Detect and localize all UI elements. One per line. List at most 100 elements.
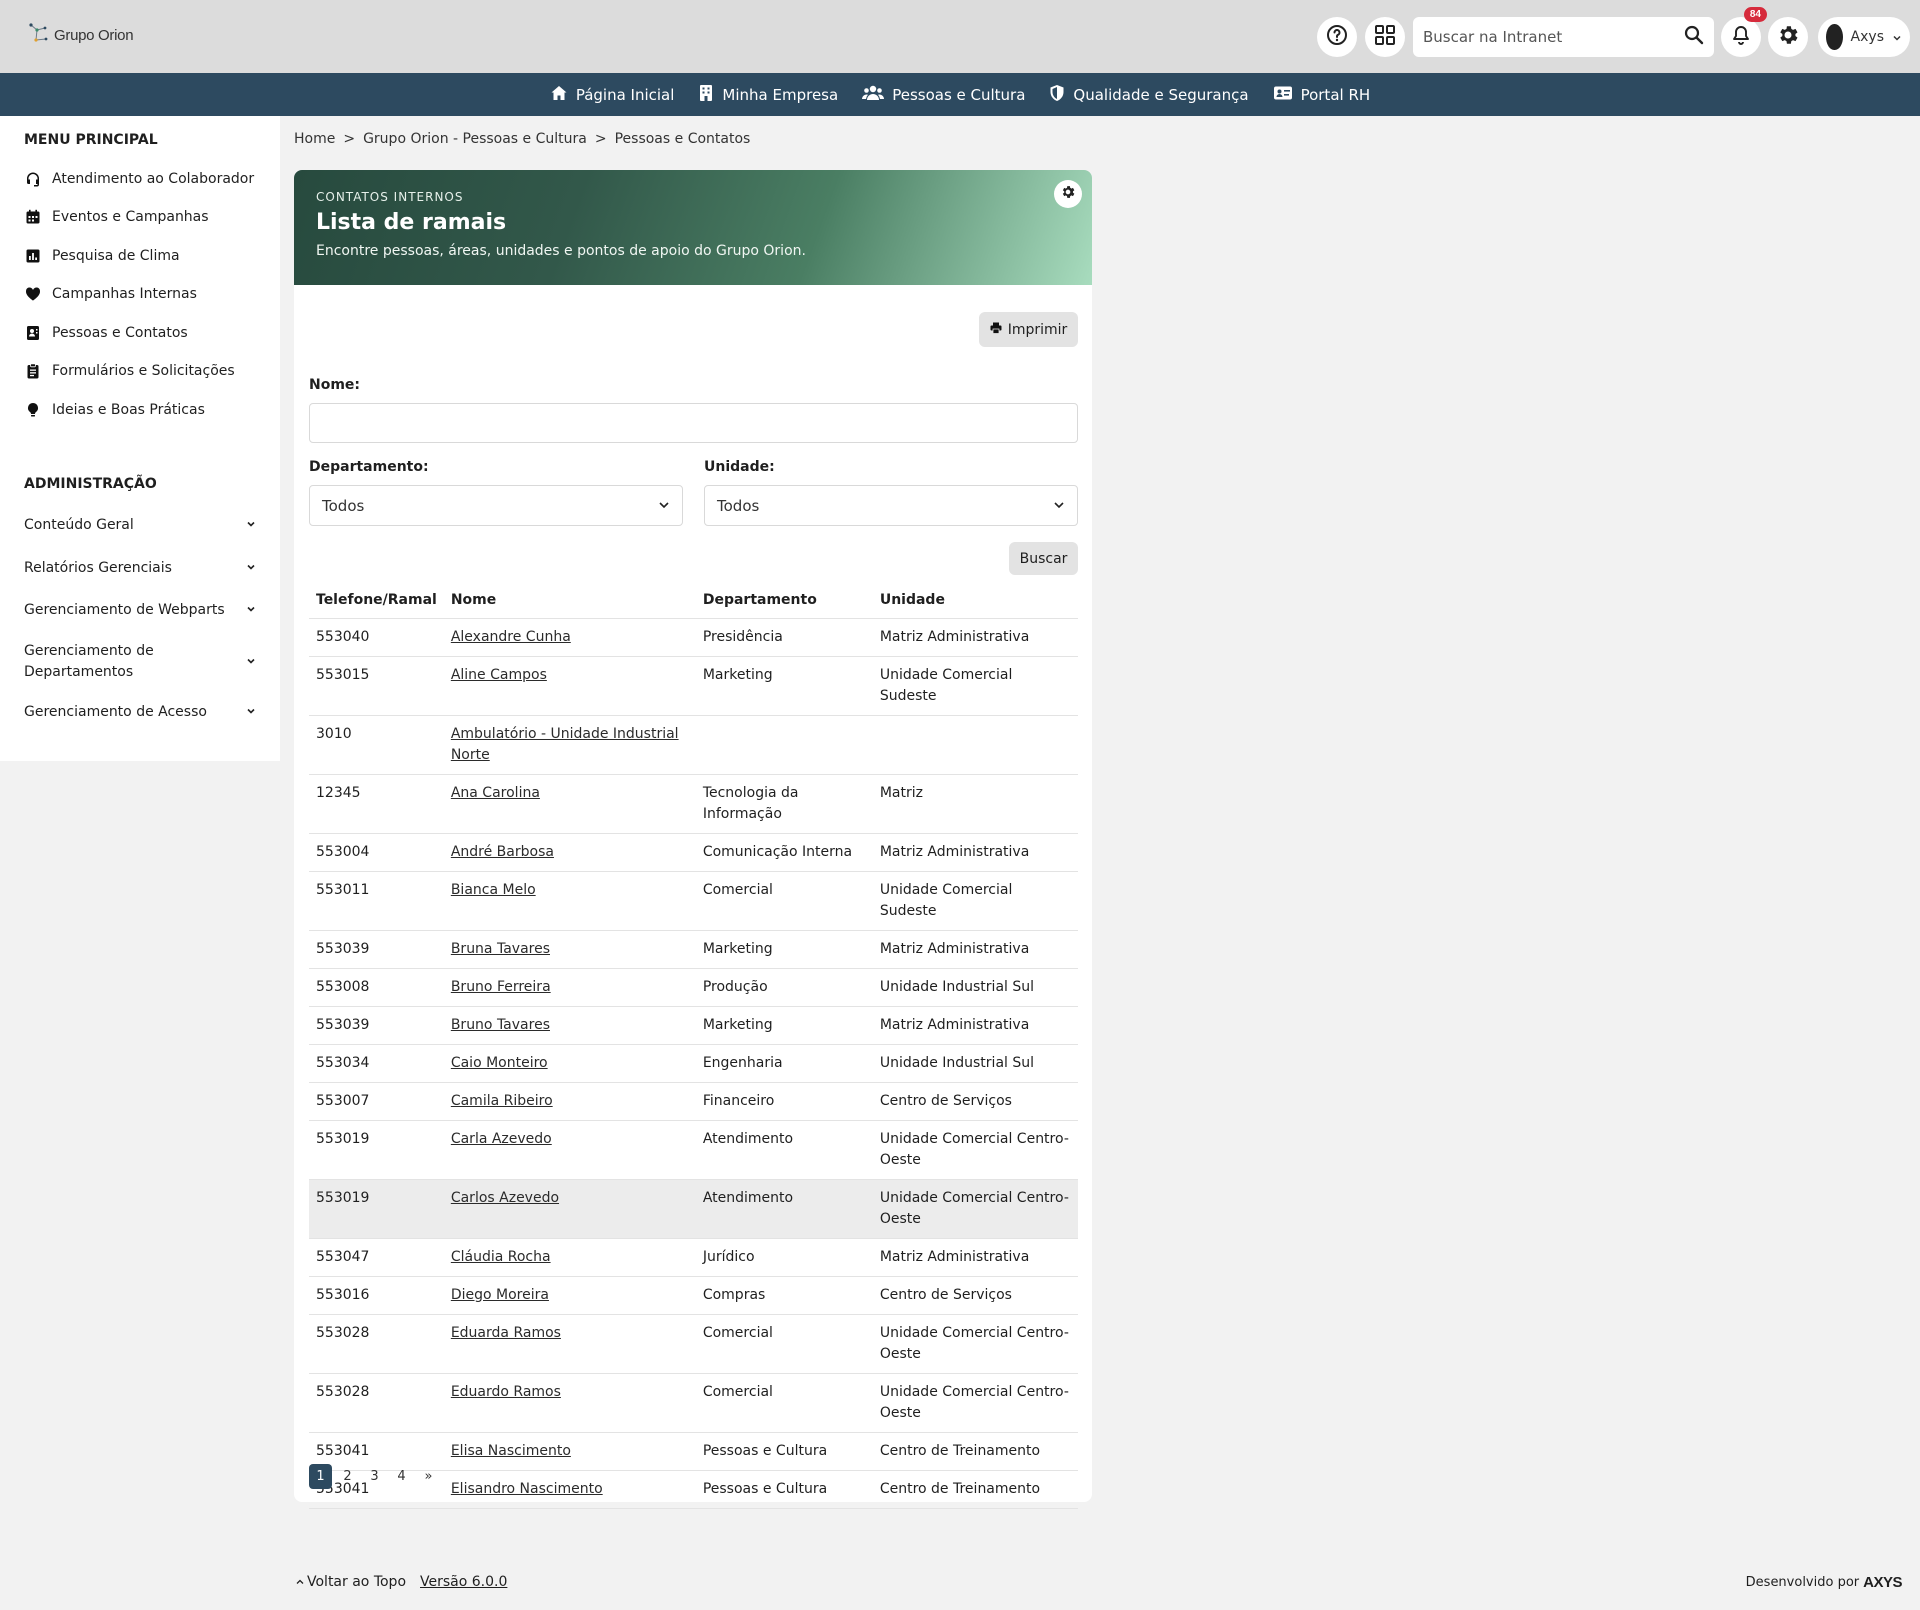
pagination: 1 2 3 4 » xyxy=(309,1464,440,1489)
sidebar-admin-label: Gerenciamento de Acesso xyxy=(24,704,207,720)
contact-name-link[interactable]: Elisa Nascimento xyxy=(451,1443,571,1459)
developed-by-text: Desenvolvido por xyxy=(1745,1575,1860,1590)
shield-icon xyxy=(1049,84,1065,106)
cell-name: Caio Monteiro xyxy=(443,1044,696,1083)
sidebar-admin-label: Gerenciamento de Departamentos xyxy=(24,643,154,680)
contact-name-link[interactable]: Alexandre Cunha xyxy=(451,629,571,645)
sidebar-item-label: Formulários e Solicitações xyxy=(52,363,235,379)
nav-item-people[interactable]: Pessoas e Cultura xyxy=(862,84,1025,106)
cell-name: Eduardo Ramos xyxy=(443,1373,696,1433)
nav-item-company[interactable]: Minha Empresa xyxy=(698,84,838,106)
sidebar-item-pessoas-contatos[interactable]: Pessoas e Contatos xyxy=(24,324,188,342)
cell-phone: 553039 xyxy=(309,930,444,969)
sidebar-admin-acesso[interactable]: Gerenciamento de Acesso xyxy=(24,702,256,723)
webpart-settings-button[interactable] xyxy=(1054,180,1082,208)
people-icon xyxy=(862,84,885,106)
sidebar-item-atendimento[interactable]: Atendimento ao Colaborador xyxy=(24,170,254,188)
contact-name-link[interactable]: Carlos Azevedo xyxy=(451,1190,559,1206)
cell-phone: 553016 xyxy=(309,1276,444,1315)
sidebar-admin-webparts[interactable]: Gerenciamento de Webparts xyxy=(24,600,256,621)
sidebar-item-pesquisa[interactable]: Pesquisa de Clima xyxy=(24,247,180,265)
sidebar-admin-relatorios[interactable]: Relatórios Gerenciais xyxy=(24,558,256,579)
breadcrumb-section[interactable]: Grupo Orion - Pessoas e Cultura xyxy=(363,131,587,147)
contact-name-link[interactable]: Eduarda Ramos xyxy=(451,1325,561,1341)
top-header: Grupo Orion 84 Axys xyxy=(0,0,1920,73)
contact-name-link[interactable]: Ambulatório - Unidade Industrial Norte xyxy=(451,726,679,763)
table-row: 553011 Bianca Melo Comercial Unidade Comerc… xyxy=(309,871,1078,931)
cell-name: Carla Azevedo xyxy=(443,1120,696,1180)
column-header-department: Departamento xyxy=(695,582,873,619)
contact-name-link[interactable]: Bruno Ferreira xyxy=(451,979,551,995)
contact-name-link[interactable]: Bruna Tavares xyxy=(451,941,550,957)
gear-icon xyxy=(1776,23,1800,51)
page-2[interactable]: 2 xyxy=(336,1464,359,1489)
search-button[interactable]: Buscar xyxy=(1009,542,1078,575)
sidebar-admin-label: Relatórios Gerenciais xyxy=(24,560,172,576)
contact-name-link[interactable]: Cláudia Rocha xyxy=(451,1249,551,1265)
contact-name-link[interactable]: Ana Carolina xyxy=(451,785,540,801)
unit-select[interactable]: Todos xyxy=(704,485,1078,526)
heart-icon xyxy=(24,285,42,303)
gear-icon xyxy=(1060,184,1076,204)
cell-phone: 553011 xyxy=(309,871,444,931)
chevron-down-icon xyxy=(1892,28,1902,47)
help-button[interactable] xyxy=(1317,17,1357,57)
page-4[interactable]: 4 xyxy=(390,1464,413,1489)
contact-name-link[interactable]: André Barbosa xyxy=(451,844,554,860)
table-row: 3010 Ambulatório - Unidade Industrial Nor… xyxy=(309,715,1078,775)
nav-item-home[interactable]: Página Inicial xyxy=(550,84,674,106)
contact-name-link[interactable]: Carla Azevedo xyxy=(451,1131,552,1147)
apps-button[interactable] xyxy=(1365,17,1405,57)
logo[interactable]: Grupo Orion xyxy=(28,22,134,48)
chevron-down-icon xyxy=(1053,497,1065,515)
print-button[interactable]: Imprimir xyxy=(979,312,1078,347)
cell-name: Eduarda Ramos xyxy=(443,1314,696,1374)
search-input[interactable] xyxy=(1423,28,1684,46)
nav-item-quality[interactable]: Qualidade e Segurança xyxy=(1049,84,1249,106)
settings-button[interactable] xyxy=(1768,17,1808,57)
sidebar-item-campanhas[interactable]: Campanhas Internas xyxy=(24,285,197,303)
page-1[interactable]: 1 xyxy=(309,1464,332,1489)
name-input[interactable] xyxy=(309,403,1078,443)
hero-subtitle: Encontre pessoas, áreas, unidades e pont… xyxy=(316,243,806,259)
cell-department: Comercial xyxy=(695,1373,873,1433)
page-3[interactable]: 3 xyxy=(363,1464,386,1489)
contact-name-link[interactable]: Aline Campos xyxy=(451,667,547,683)
contact-name-link[interactable]: Caio Monteiro xyxy=(451,1055,548,1071)
cell-unit: Unidade Comercial Centro-Oeste xyxy=(872,1179,1078,1239)
constellation-logo-icon xyxy=(28,22,50,48)
print-label: Imprimir xyxy=(1007,321,1068,338)
contact-name-link[interactable]: Eduardo Ramos xyxy=(451,1384,561,1400)
nav-item-portal-rh[interactable]: Portal RH xyxy=(1273,85,1370,105)
contact-name-link[interactable]: Bianca Melo xyxy=(451,882,536,898)
department-selected-value: Todos xyxy=(322,496,365,515)
sidebar-admin-departamentos[interactable]: Gerenciamento de Departamentos xyxy=(24,641,256,683)
notifications-button[interactable]: 84 xyxy=(1721,7,1767,57)
sidebar-admin-conteudo[interactable]: Conteúdo Geral xyxy=(24,515,256,536)
footer-credits: Desenvolvido por AXYS xyxy=(1745,1574,1903,1591)
table-header-row: Telefone/Ramal Nome Departamento Unidade xyxy=(309,582,1078,619)
cell-unit: Unidade Industrial Sul xyxy=(872,968,1078,1007)
search-icon[interactable] xyxy=(1684,25,1704,49)
version-link[interactable]: Versão 6.0.0 xyxy=(420,1574,507,1590)
chevron-up-icon xyxy=(296,1574,304,1590)
sidebar-item-label: Ideias e Boas Práticas xyxy=(52,402,205,418)
contact-name-link[interactable]: Camila Ribeiro xyxy=(451,1093,553,1109)
contact-name-link[interactable]: Bruno Tavares xyxy=(451,1017,550,1033)
sidebar-item-ideias[interactable]: Ideias e Boas Práticas xyxy=(24,401,205,419)
cell-name: Camila Ribeiro xyxy=(443,1082,696,1121)
cell-department: Marketing xyxy=(695,1006,873,1045)
contact-name-link[interactable]: Diego Moreira xyxy=(451,1287,549,1303)
hero-banner: CONTATOS INTERNOS Lista de ramais Encont… xyxy=(294,170,1092,285)
developer-logo[interactable]: AXYS xyxy=(1863,1574,1902,1591)
sidebar-item-eventos[interactable]: Eventos e Campanhas xyxy=(24,208,209,226)
breadcrumb-home[interactable]: Home xyxy=(294,131,335,147)
contact-name-link[interactable]: Elisandro Nascimento xyxy=(451,1481,603,1497)
user-menu[interactable]: Axys xyxy=(1818,17,1910,57)
back-to-top-link[interactable]: Voltar ao Topo xyxy=(296,1574,406,1590)
sidebar-item-formularios[interactable]: Formulários e Solicitações xyxy=(24,362,235,380)
next-page[interactable]: » xyxy=(417,1464,440,1489)
column-header-name: Nome xyxy=(443,582,696,619)
department-select[interactable]: Todos xyxy=(309,485,683,526)
cell-unit: Centro de Serviços xyxy=(872,1082,1078,1121)
